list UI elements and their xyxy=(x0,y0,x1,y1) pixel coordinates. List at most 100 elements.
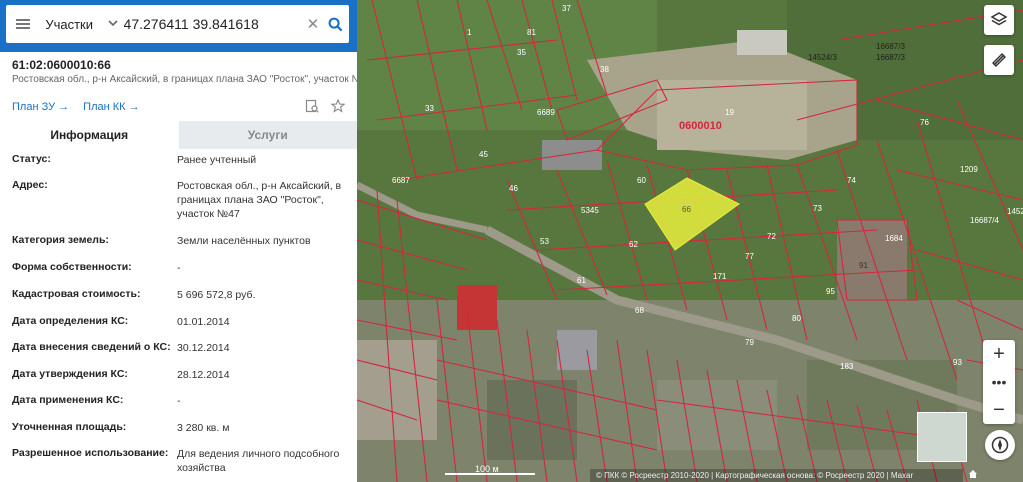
parcel-label: 53 xyxy=(540,237,549,246)
info-value: 01.01.2014 xyxy=(177,316,230,328)
parcel-tools xyxy=(305,99,345,113)
info-value: 5 696 572,8 руб. xyxy=(177,289,256,301)
parcel-label: 95 xyxy=(826,287,835,296)
tab-info[interactable]: Информация xyxy=(0,121,179,149)
parcel-label: 1 xyxy=(467,28,472,37)
cadastral-map[interactable]: 66 0600010 37 1 81 35 38 33 6689 45 46 6… xyxy=(357,0,1023,482)
parcel-label: 76 xyxy=(920,118,929,127)
info-key: Уточненная площадь: xyxy=(12,421,127,433)
parcel-label: 5345 xyxy=(581,206,599,215)
zoom-in-icon[interactable]: + xyxy=(983,340,1015,368)
menu-icon xyxy=(15,19,30,29)
parcel-label: 14524/3 xyxy=(808,53,837,62)
parcel-label: 33 xyxy=(425,104,434,113)
zoom-controls: + ••• − xyxy=(983,340,1015,424)
info-value: Для ведения личного подсобного хозяйства xyxy=(177,448,340,474)
layer-select-label: Участки xyxy=(45,16,93,32)
parcel-label: 37 xyxy=(562,4,571,13)
star-icon[interactable] xyxy=(331,99,345,113)
layer-select[interactable]: Участки xyxy=(39,17,121,32)
parcel-label: 16687/4 xyxy=(970,216,999,225)
info-value: Земли населённых пунктов xyxy=(177,235,311,247)
info-key: Дата утверждения КС: xyxy=(12,368,128,380)
clear-icon[interactable]: ✕ xyxy=(305,15,322,33)
minimap[interactable] xyxy=(917,412,967,462)
info-key: Дата применения КС: xyxy=(12,394,124,406)
parcel-label: 80 xyxy=(792,314,801,323)
map-labels: 66 0600010 37 1 81 35 38 33 6689 45 46 6… xyxy=(357,0,1023,482)
tabs: Информация Услуги xyxy=(0,121,357,149)
selected-parcel-label: 66 xyxy=(682,205,691,214)
compass-icon xyxy=(991,436,1009,454)
parcel-label: 6687 xyxy=(392,176,410,185)
info-key: Адрес: xyxy=(12,179,48,191)
parcel-label: 19 xyxy=(725,108,734,117)
plan-links: План ЗУ → План КК → xyxy=(12,101,140,113)
parcel-label: 1452 xyxy=(1007,207,1023,216)
parcel-label: 73 xyxy=(813,204,822,213)
plan-kk-link[interactable]: План КК → xyxy=(83,101,139,113)
parcel-label: 46 xyxy=(509,184,518,193)
parcel-label: 61 xyxy=(577,276,586,285)
parcel-label: 68 xyxy=(635,306,644,315)
info-value: Ростовская обл., р-н Аксайский, в границ… xyxy=(177,180,342,220)
menu-button[interactable] xyxy=(6,5,39,43)
layers-button[interactable] xyxy=(984,5,1014,35)
info-value: Ранее учтенный xyxy=(177,154,257,166)
info-key: Форма собственности: xyxy=(12,261,132,273)
parcel-address-short: Ростовская обл., р-н Аксайский, в границ… xyxy=(12,74,357,85)
parcel-label: 35 xyxy=(517,48,526,57)
ruler-icon xyxy=(992,53,1006,67)
info-value: - xyxy=(177,262,181,274)
tab-services-label: Услуги xyxy=(247,128,288,142)
compass-button[interactable] xyxy=(985,430,1015,460)
chevron-down-icon xyxy=(107,18,118,30)
plan-zu-label: План ЗУ xyxy=(12,101,56,113)
measure-button[interactable] xyxy=(984,45,1014,75)
plan-zu-link[interactable]: План ЗУ → xyxy=(12,101,69,113)
search-bar: Участки ✕ xyxy=(0,0,357,52)
parcel-label: 72 xyxy=(767,232,776,241)
search-button[interactable] xyxy=(321,5,349,43)
info-value: 28.12.2014 xyxy=(177,369,230,381)
search-box: Участки ✕ xyxy=(6,5,349,43)
parcel-label: 62 xyxy=(629,240,638,249)
info-value: 30.12.2014 xyxy=(177,342,230,354)
quarter-label: 0600010 xyxy=(679,120,722,132)
parcel-label: 1209 xyxy=(960,165,978,174)
parcel-label: 81 xyxy=(527,28,536,37)
plan-kk-label: План КК xyxy=(83,101,126,113)
parcel-label: 38 xyxy=(600,65,609,74)
layers-icon xyxy=(990,12,1008,26)
print-icon[interactable] xyxy=(305,99,319,113)
map-attribution: © ПКК © Росреестр 2010-2020 | Картографи… xyxy=(590,469,963,482)
parcel-label: 183 xyxy=(840,362,854,371)
info-key: Дата определения КС: xyxy=(12,315,129,327)
parcel-label: 45 xyxy=(479,150,488,159)
search-input[interactable] xyxy=(121,5,305,43)
parcel-label: 91 xyxy=(859,261,868,270)
info-key: Дата внесения сведений о КС: xyxy=(12,341,171,353)
search-icon xyxy=(328,17,342,31)
info-key: Кадастровая стоимость: xyxy=(12,288,141,300)
info-value: - xyxy=(177,395,181,407)
parcel-label: 60 xyxy=(637,176,646,185)
info-value: 3 280 кв. м xyxy=(177,422,230,434)
info-key: Статус: xyxy=(12,153,51,165)
home-icon[interactable] xyxy=(968,469,978,479)
info-panel: Участки ✕ 61:02:0600010:66 Ростовская об… xyxy=(0,0,357,482)
tab-services[interactable]: Услуги xyxy=(178,121,357,149)
scale-label: 100 м xyxy=(475,464,499,474)
parcel-label: 74 xyxy=(847,176,856,185)
parcel-label: 1684 xyxy=(885,234,903,243)
cadastral-number: 61:02:0600010:66 xyxy=(12,58,111,72)
parcel-label: 16687/3 xyxy=(876,53,905,62)
info-key: Категория земель: xyxy=(12,234,109,246)
info-key: Разрешенное использование: xyxy=(12,447,169,459)
parcel-label: 77 xyxy=(745,252,754,261)
parcel-label: 16687/3 xyxy=(876,42,905,51)
more-icon[interactable]: ••• xyxy=(983,368,1015,396)
zoom-out-icon[interactable]: − xyxy=(983,396,1015,424)
map-scale: 100 м xyxy=(445,464,535,476)
parcel-label: 6689 xyxy=(537,108,555,117)
